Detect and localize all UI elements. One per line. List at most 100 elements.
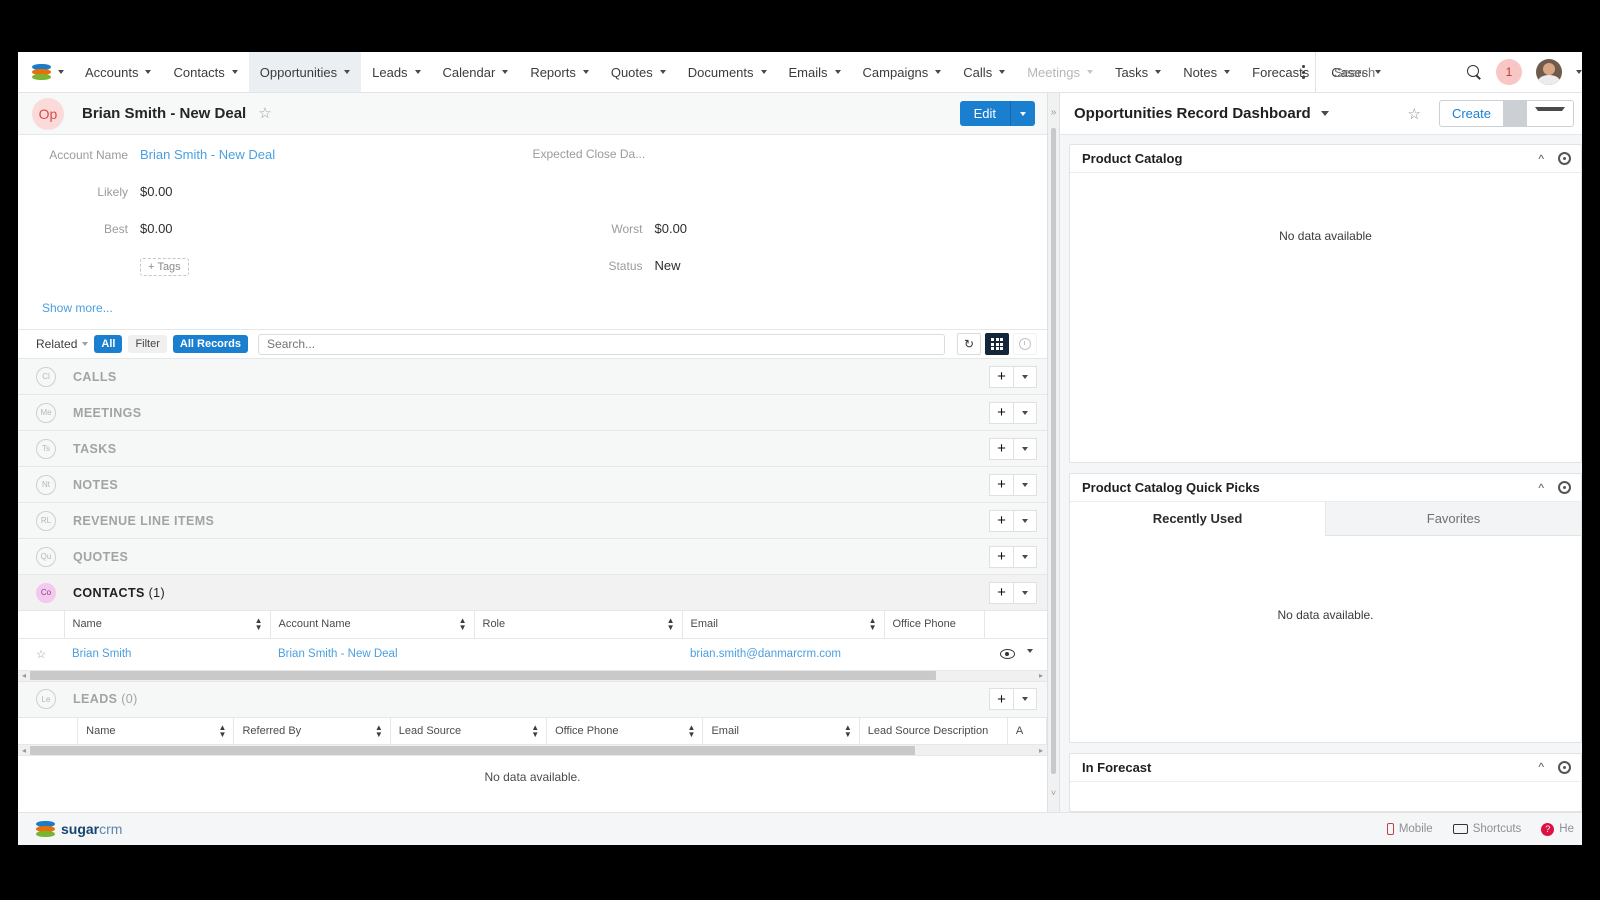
column-header-a[interactable]: A xyxy=(1007,717,1047,745)
panel-add-button[interactable]: + xyxy=(989,473,1013,496)
panel-menu-button[interactable] xyxy=(1013,401,1037,424)
field-value[interactable]: Brian Smith - New Deal xyxy=(140,147,275,162)
leads-horizontal-scrollbar[interactable]: ◂ ▸ xyxy=(18,745,1047,756)
nav-tab-notes[interactable]: Notes xyxy=(1172,52,1241,92)
shortcuts-link[interactable]: Shortcuts xyxy=(1452,823,1521,835)
gear-icon[interactable] xyxy=(1558,481,1571,495)
scroll-left-arrow-icon[interactable]: ◂ xyxy=(18,746,30,755)
sort-icon[interactable]: ▲ ▼ xyxy=(219,723,227,738)
table-row[interactable]: ☆ Brian Smith Brian Smith - New Deal brian.… xyxy=(18,638,1047,671)
dashboard-favorite-star-icon[interactable]: ☆ xyxy=(1408,105,1421,123)
user-menu-chevron-down-icon[interactable] xyxy=(1576,70,1582,74)
field-value[interactable]: $0.00 xyxy=(140,221,173,236)
dashboard-chevron-down-icon[interactable] xyxy=(1320,111,1329,116)
dashboard-collapse-handle[interactable]: » ˅ xyxy=(1048,93,1060,812)
scroll-right-arrow-icon[interactable]: ▸ xyxy=(1035,746,1047,755)
contacts-horizontal-scrollbar[interactable]: ◂ ▸ xyxy=(18,670,1047,682)
sugarcrm-logo-button[interactable] xyxy=(18,52,74,92)
cell-email[interactable]: brian.smith@danmarcrm.com xyxy=(682,638,884,671)
nav-tab-calendar[interactable]: Calendar xyxy=(432,52,520,92)
timeline-view-button[interactable] xyxy=(1013,333,1037,355)
column-header-office-phone[interactable]: Office Phone xyxy=(884,611,985,639)
field-value[interactable]: New xyxy=(655,258,681,273)
add-tags-button[interactable]: + Tags xyxy=(140,258,189,276)
panel-add-button[interactable]: + xyxy=(989,401,1013,424)
nav-tab-tasks[interactable]: Tasks xyxy=(1104,52,1172,92)
column-header-referred-by[interactable]: Referred By ▲ ▼ xyxy=(233,717,391,745)
more-modules-button[interactable] xyxy=(1296,52,1315,92)
gear-icon[interactable] xyxy=(1558,760,1571,774)
nav-tab-opportunities[interactable]: Opportunities xyxy=(248,52,362,92)
tab-recently-used[interactable]: Recently Used xyxy=(1070,502,1325,537)
grid-view-button[interactable] xyxy=(985,333,1009,355)
scrollbar-thumb[interactable] xyxy=(30,671,936,680)
filter-label[interactable]: Filter xyxy=(128,335,167,353)
sort-icon[interactable]: ▲ ▼ xyxy=(531,723,539,738)
column-header-lead-source-description[interactable]: Lead Source Description xyxy=(859,717,1008,745)
field-value[interactable]: $0.00 xyxy=(655,221,688,236)
mobile-link[interactable]: Mobile xyxy=(1386,823,1433,835)
related-search-input[interactable] xyxy=(258,333,945,355)
panel-menu-button[interactable] xyxy=(1013,473,1037,496)
nav-tab-quotes[interactable]: Quotes xyxy=(600,52,677,92)
nav-tab-documents[interactable]: Documents xyxy=(677,52,778,92)
notification-badge[interactable]: 1 xyxy=(1496,59,1522,85)
cell-account-name[interactable]: Brian Smith - New Deal xyxy=(270,638,474,671)
create-button[interactable]: Create xyxy=(1440,101,1503,126)
global-search-input[interactable] xyxy=(1332,63,1452,81)
related-panel-notes[interactable]: Nt NOTES + xyxy=(18,467,1047,503)
refresh-button[interactable]: ↻ xyxy=(957,333,981,355)
column-header-email[interactable]: Email ▲ ▼ xyxy=(702,717,860,745)
footer-logo[interactable]: sugarcrm xyxy=(36,820,122,838)
scrollbar-thumb[interactable] xyxy=(1051,128,1056,774)
panel-menu-button[interactable] xyxy=(1013,545,1037,568)
nav-tab-emails[interactable]: Emails xyxy=(778,52,852,92)
panel-add-button[interactable]: + xyxy=(989,437,1013,460)
sort-icon[interactable]: ▲ ▼ xyxy=(844,723,852,738)
related-panel-tasks[interactable]: Ts TASKS + xyxy=(18,431,1047,467)
nav-tab-meetings[interactable]: Meetings xyxy=(1016,52,1104,92)
sort-icon[interactable]: ▲ ▼ xyxy=(667,617,675,632)
panel-add-button[interactable]: + xyxy=(989,688,1013,710)
panel-menu-button[interactable] xyxy=(1013,365,1037,388)
nav-tab-accounts[interactable]: Accounts xyxy=(74,52,162,92)
cell-name[interactable]: Brian Smith xyxy=(64,638,270,671)
panel-add-button[interactable]: + xyxy=(989,509,1013,532)
column-header-role[interactable]: Role ▲ ▼ xyxy=(474,611,683,639)
filter-pill-all-records[interactable]: All Records xyxy=(172,335,249,353)
preview-eye-icon[interactable] xyxy=(999,649,1015,659)
related-panel-leads[interactable]: Le LEADS (0) + xyxy=(18,681,1047,718)
panel-add-button[interactable]: + xyxy=(989,545,1013,568)
sort-icon[interactable]: ▲ ▼ xyxy=(869,617,877,632)
filter-pill-all[interactable]: All xyxy=(94,335,123,353)
column-header-name[interactable]: Name ▲ ▼ xyxy=(64,611,271,639)
panel-menu-button[interactable] xyxy=(1013,437,1037,460)
favorite-star-icon[interactable]: ☆ xyxy=(258,106,271,121)
column-header-account-name[interactable]: Account Name ▲ ▼ xyxy=(270,611,475,639)
scroll-left-arrow-icon[interactable]: ◂ xyxy=(18,671,30,680)
help-link[interactable]: ? He xyxy=(1541,822,1574,836)
panel-add-button[interactable]: + xyxy=(989,365,1013,388)
nav-tab-reports[interactable]: Reports xyxy=(519,52,600,92)
related-panel-revenue-line-items[interactable]: RL REVENUE LINE ITEMS + xyxy=(18,503,1047,539)
collapse-chevron-up-icon[interactable]: ^ xyxy=(1538,761,1544,773)
column-header-office-phone[interactable]: Office Phone ▲ ▼ xyxy=(546,717,704,745)
column-header-lead-source[interactable]: Lead Source ▲ ▼ xyxy=(390,717,548,745)
edit-dropdown-button[interactable] xyxy=(1010,101,1035,126)
row-favorite-star-icon[interactable]: ☆ xyxy=(18,638,64,671)
panel-menu-button[interactable] xyxy=(1013,509,1037,532)
search-icon[interactable] xyxy=(1466,64,1482,80)
related-dropdown[interactable]: Related xyxy=(36,337,89,351)
sort-icon[interactable]: ▲ ▼ xyxy=(459,617,467,632)
nav-tab-campaigns[interactable]: Campaigns xyxy=(852,52,953,92)
tab-favorites[interactable]: Favorites xyxy=(1325,502,1581,537)
sort-icon[interactable]: ▲ ▼ xyxy=(375,723,383,738)
column-header-name[interactable]: Name ▲ ▼ xyxy=(77,717,235,745)
related-panel-contacts[interactable]: Co CONTACTS (1) + xyxy=(18,575,1047,611)
edit-button[interactable]: Edit xyxy=(959,101,1010,126)
nav-tab-contacts[interactable]: Contacts xyxy=(162,52,248,92)
row-menu-chevron-down-icon[interactable] xyxy=(1026,649,1033,653)
show-more-link[interactable]: Show more... xyxy=(18,295,1047,325)
related-panel-meetings[interactable]: Me MEETINGS + xyxy=(18,395,1047,431)
panel-add-button[interactable]: + xyxy=(989,581,1013,604)
